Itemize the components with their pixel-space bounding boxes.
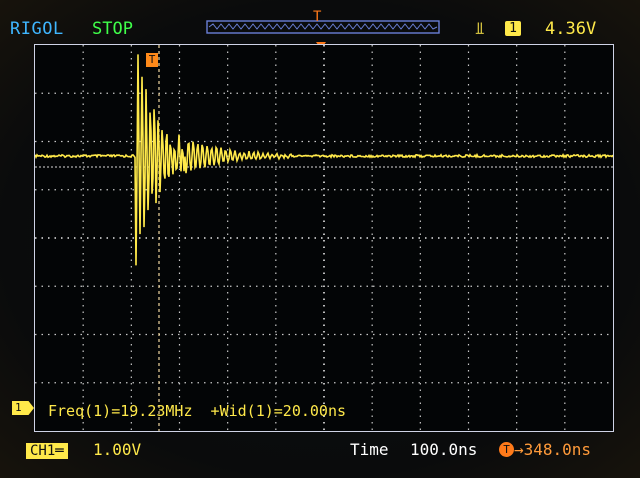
waveform-screen[interactable] [34,44,614,432]
trigger-offset-icon: T [499,442,514,457]
brand-logo: RIGOL [10,19,64,39]
trigger-offset-readout: →348.0ns [514,440,592,459]
run-state-indicator[interactable]: STOP [92,19,133,39]
channel1-scale: 1.00V [93,440,142,459]
measurement-readout: Freq(1)=19.23MHz +Wid(1)=20.00ns [48,402,347,420]
channel1-offset-marker[interactable]: 1 [12,401,34,415]
memory-depth-indicator [206,20,440,34]
trigger-level-readout: 4.36V [545,19,597,39]
trigger-cursor-marker: T [146,53,158,67]
channel1-label[interactable]: CH1═ [26,443,68,459]
trigger-edge-icon: ⫫ [475,19,485,39]
waveform-trace [35,54,613,266]
trigger-position-marker: T [313,9,322,25]
oscilloscope-display: RIGOL STOP ⫫ 1 4.36V T T 1 Freq(1)=19.23… [0,0,640,478]
timebase-scale: 100.0ns [410,440,478,459]
timebase-label: Time [350,440,389,459]
trigger-source-badge: 1 [505,21,521,36]
channel-name: CH1 [30,443,56,459]
channel1-waveform [35,54,613,266]
settings-bar: CH1═ 1.00V Time 100.0ns T →348.0ns [0,432,640,466]
dc-coupling-icon: ═ [55,443,64,459]
